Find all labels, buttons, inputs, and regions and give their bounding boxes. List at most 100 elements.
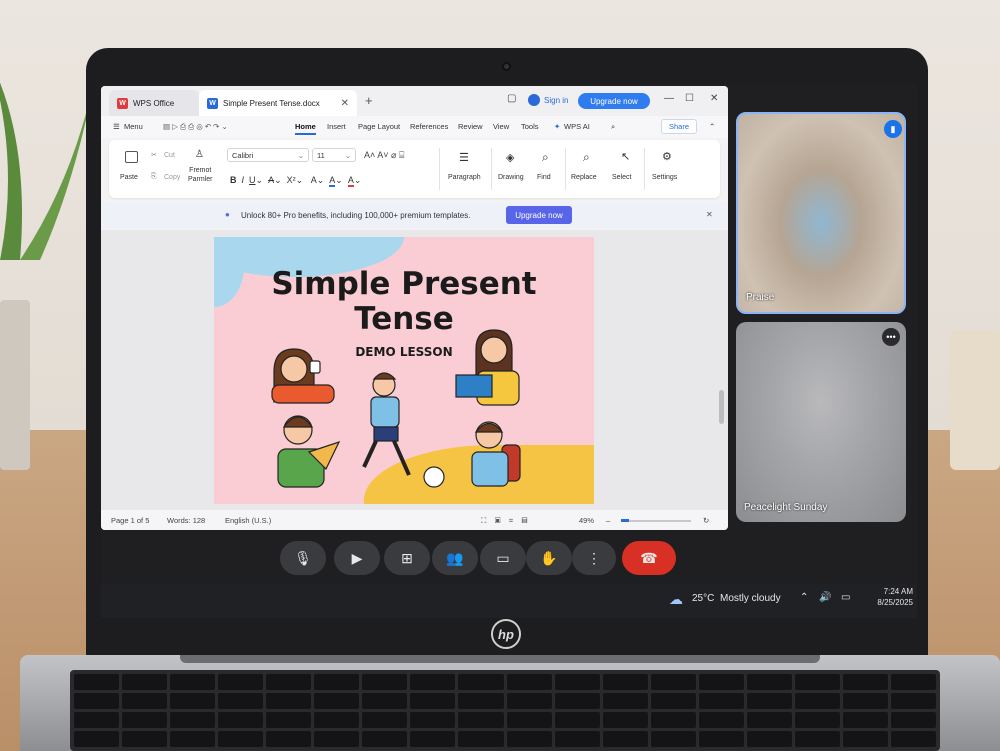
close-tab-icon[interactable]: ✕: [341, 98, 349, 109]
document-page[interactable]: Simple Present Tense DEMO LESSON: [214, 237, 594, 504]
menu-item-home[interactable]: Home: [295, 122, 316, 135]
end-call-button[interactable]: ☎: [622, 541, 676, 575]
people-button[interactable]: 👥: [432, 541, 478, 575]
word-doc-icon: W: [207, 97, 218, 109]
font-size-select[interactable]: 11 ⌄: [312, 148, 356, 162]
boy-running-illustration: [362, 372, 445, 488]
tray-chevron-icon[interactable]: ⌃: [800, 592, 808, 603]
hang-up-icon: ☎: [640, 549, 658, 566]
zoom-out-icon[interactable]: –: [606, 516, 610, 525]
new-tab-icon[interactable]: +: [365, 93, 373, 108]
keyboard-key: [410, 674, 456, 690]
zoom-slider[interactable]: [621, 520, 691, 522]
present-button[interactable]: ⊞: [384, 541, 430, 575]
people-icon: 👥: [446, 549, 464, 566]
hp-logo: hp: [491, 619, 521, 649]
paste-icon[interactable]: [125, 151, 138, 163]
keyboard-key: [410, 731, 456, 747]
keyboard-key: [650, 712, 696, 728]
copy-label[interactable]: Copy: [164, 174, 180, 181]
share-button[interactable]: Share: [661, 119, 697, 134]
battery-icon[interactable]: ▭: [841, 592, 850, 603]
microphone-button[interactable]: 🎙: [280, 541, 326, 575]
banner-upgrade-button[interactable]: Upgrade now: [506, 206, 572, 224]
clock-date[interactable]: 8/25/2025: [865, 598, 913, 607]
menu-item-view[interactable]: View: [493, 122, 509, 131]
zoom-slider-thumb[interactable]: [621, 519, 629, 522]
girl-drinking-illustration: [271, 348, 335, 404]
fit-icon[interactable]: ↻: [703, 516, 709, 525]
menu-item-tools[interactable]: Tools: [521, 122, 539, 131]
menu-item-references[interactable]: References: [410, 122, 448, 131]
sign-in-button[interactable]: Sign in: [528, 94, 568, 106]
collapse-ribbon-icon[interactable]: ⌃: [709, 122, 715, 131]
vertical-scrollbar[interactable]: [719, 390, 724, 424]
cut-label[interactable]: Cut: [164, 152, 175, 159]
upgrade-now-button[interactable]: Upgrade now: [578, 93, 650, 109]
close-window-icon[interactable]: ✕: [710, 93, 718, 104]
boy-eating-pizza-illustration: [277, 415, 341, 488]
paste-label[interactable]: Paste: [120, 174, 138, 181]
menu-item-wps-ai[interactable]: WPS AI: [564, 122, 590, 131]
more-options-icon[interactable]: •••: [882, 328, 900, 346]
volume-icon[interactable]: 🔊: [819, 592, 831, 603]
find-icon[interactable]: ⌕: [542, 150, 549, 165]
font-size-tools-icons[interactable]: A˄ A˅ ⌀ ⌸: [364, 150, 404, 161]
menu-icon[interactable]: ☰: [113, 122, 120, 131]
select-icon[interactable]: ↖: [621, 150, 630, 163]
minimize-icon[interactable]: —: [664, 93, 674, 104]
window-layout-icon[interactable]: ▢: [507, 93, 516, 104]
weather-text[interactable]: Mostly cloudy: [720, 593, 781, 604]
menu-item-menu[interactable]: Menu: [124, 122, 143, 131]
paragraph-icon[interactable]: ☰: [459, 151, 469, 164]
temperature[interactable]: 25°C: [692, 593, 714, 604]
find-label[interactable]: Find: [537, 174, 551, 181]
keyboard-key: [74, 674, 120, 690]
maximize-icon[interactable]: ☐: [685, 93, 694, 104]
keyboard-key: [842, 731, 888, 747]
raise-hand-button[interactable]: ✋: [526, 541, 572, 575]
tab-label: WPS Office: [133, 98, 175, 108]
microphone-icon: 🎙: [294, 549, 312, 566]
search-icon[interactable]: ⌕: [611, 122, 615, 132]
chat-button[interactable]: ▭: [480, 541, 526, 575]
menu-item-review[interactable]: Review: [458, 122, 483, 131]
tab-document[interactable]: W Simple Present Tense.docx ✕: [199, 90, 357, 116]
close-banner-icon[interactable]: ✕: [706, 210, 713, 219]
format-painter-icon[interactable]: ♙: [195, 149, 204, 160]
keyboard-key: [74, 693, 120, 709]
quick-toolbar-icons[interactable]: ▤ ▷ ⎙ ⎙ ◎ ↶ ↷ ⌄: [163, 122, 228, 132]
paragraph-label[interactable]: Paragraph: [448, 174, 481, 181]
boy-backpack-illustration: [471, 421, 521, 487]
replace-icon[interactable]: ⌕: [583, 150, 590, 165]
settings-label[interactable]: Settings: [652, 174, 677, 181]
language[interactable]: English (U.S.): [225, 516, 271, 525]
tab-wps-office[interactable]: W WPS Office: [109, 90, 199, 116]
format-painter-label[interactable]: Fremot Parmler: [188, 166, 213, 184]
document-area: Simple Present Tense DEMO LESSON: [101, 230, 728, 510]
replace-label[interactable]: Replace: [571, 174, 597, 181]
keyboard-key: [266, 712, 312, 728]
view-mode-icons[interactable]: ⛶ ▣ ⌗ ▤: [481, 516, 527, 526]
keyboard-key: [650, 731, 696, 747]
cut-icon[interactable]: ✂: [151, 151, 157, 159]
clock-time[interactable]: 7:24 AM: [869, 587, 913, 596]
drawing-label[interactable]: Drawing: [498, 174, 524, 181]
participant-tile[interactable]: ••• Peacelight Sunday: [736, 322, 906, 522]
menu-item-page-layout[interactable]: Page Layout: [358, 122, 400, 131]
speaking-indicator-icon: ▮: [884, 120, 902, 138]
upgrade-label: Upgrade now: [590, 96, 638, 106]
select-label[interactable]: Select: [612, 174, 631, 181]
font-family-select[interactable]: Calibri ⌄: [227, 148, 309, 162]
text-format-icons[interactable]: B I U⌄ A⌄ X²⌄ A⌄ A⌄ A⌄: [230, 175, 361, 187]
keyboard-key: [794, 693, 840, 709]
camera-button[interactable]: ▶: [334, 541, 380, 575]
girl-reading-illustration: [455, 329, 520, 406]
settings-icon[interactable]: ⚙: [662, 150, 672, 163]
participant-tile[interactable]: ▮ Praise: [736, 112, 906, 314]
drawing-icon[interactable]: ◈: [506, 151, 514, 164]
menu-item-insert[interactable]: Insert: [327, 122, 346, 131]
copy-icon[interactable]: ⎘: [151, 173, 157, 181]
more-button[interactable]: ⋮: [572, 541, 616, 575]
keyboard-key: [74, 712, 120, 728]
